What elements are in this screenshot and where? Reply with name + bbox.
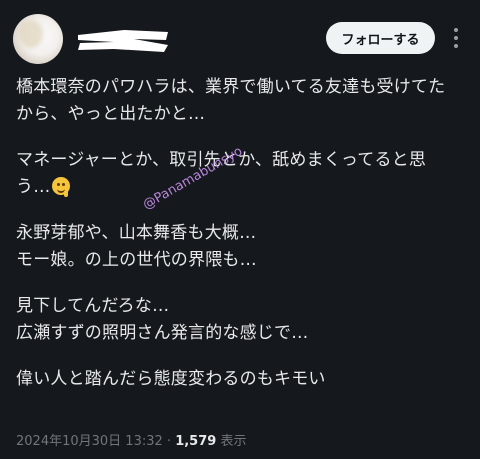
post-meta: 2024年10月30日 13:32 · 1,579 表示 bbox=[16, 430, 246, 449]
more-vertical-icon[interactable] bbox=[448, 28, 464, 48]
meta-separator: · bbox=[166, 434, 172, 449]
avatar-image bbox=[19, 20, 43, 48]
melting-face-emoji-icon bbox=[52, 177, 71, 197]
post-text-line: 橋本環奈のパワハラは、業界で働いてる友達も受けてた bbox=[16, 77, 446, 97]
post-text-line: 偉い人と踏んだら態度変わるのもキモい bbox=[16, 369, 326, 389]
redacted-username bbox=[78, 30, 168, 52]
post-text-line: マネージャーとか、取引先とか、舐めまくってると思 bbox=[16, 150, 427, 170]
post-text-line-with-emoji: う… bbox=[16, 174, 472, 201]
views-count[interactable]: 1,579 bbox=[175, 434, 216, 449]
post-text-line: 見下してんだろな… bbox=[16, 296, 170, 316]
post-text: う… bbox=[16, 177, 51, 197]
views-label: 表示 bbox=[220, 434, 247, 449]
post-text-line: 永野芽郁や、山本舞香も大概… bbox=[16, 223, 257, 243]
post-text-line: 広瀬すずの照明さん発言的な感じで… bbox=[16, 323, 309, 343]
post-body: 橋本環奈のパワハラは、業界で働いてる友達も受けてた から、やっと出たかと… マネ… bbox=[16, 74, 472, 393]
avatar[interactable] bbox=[13, 14, 63, 64]
timestamp[interactable]: 2024年10月30日 13:32 bbox=[16, 434, 163, 449]
post-text-line: モー娘。の上の世代の界隈も… bbox=[16, 250, 257, 270]
follow-button[interactable]: フォローする bbox=[326, 22, 435, 54]
post-text-line: から、やっと出たかと… bbox=[16, 104, 206, 124]
post-header: フォローする bbox=[0, 0, 480, 72]
